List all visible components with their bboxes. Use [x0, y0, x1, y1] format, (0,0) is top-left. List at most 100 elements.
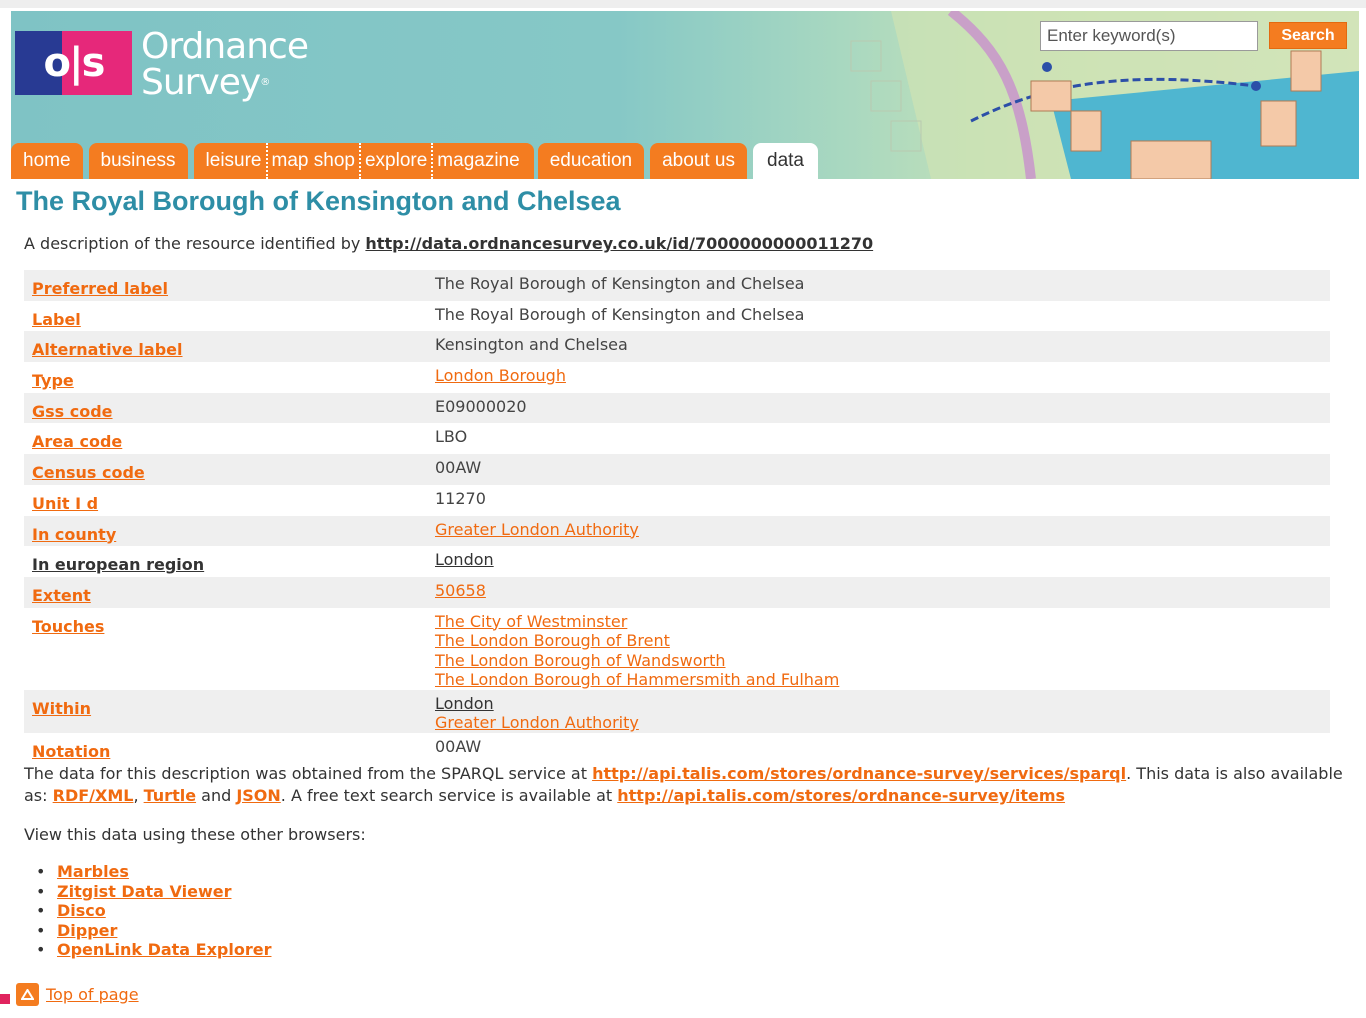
property-key-cell: Extent: [24, 576, 427, 608]
property-key-link[interactable]: Type: [32, 371, 74, 390]
property-row: Gss code E09000020: [24, 392, 1330, 424]
property-value-link[interactable]: London: [435, 694, 1322, 714]
list-item: • Dipper: [36, 921, 271, 941]
browser-list: • Marbles • Zitgist Data Viewer • Disco • Di…: [36, 862, 271, 960]
items-search-link[interactable]: http://api.talis.com/stores/ordnance-sur…: [617, 786, 1065, 805]
arrow-up-icon[interactable]: [16, 983, 39, 1006]
note-text: . A free text search service is availabl…: [280, 786, 618, 805]
brand-wordmark[interactable]: Ordnance Survey®: [141, 26, 309, 101]
resource-uri-link[interactable]: http://data.ordnancesurvey.co.uk/id/7000…: [365, 234, 873, 253]
bullet: •: [36, 920, 46, 940]
property-key-link[interactable]: Notation: [32, 742, 110, 761]
os-logo[interactable]: o|s: [15, 31, 132, 95]
property-key-link[interactable]: Extent: [32, 586, 91, 605]
note-text: and: [196, 786, 237, 805]
property-key-link[interactable]: Touches: [32, 617, 104, 636]
property-value: LBO: [435, 427, 468, 447]
property-key-cell: Alternative label: [24, 331, 427, 363]
list-item: • Zitgist Data Viewer: [36, 882, 271, 902]
list-item: • Disco: [36, 901, 271, 921]
brand-line1: Ordnance: [141, 26, 309, 67]
property-value: 11270: [435, 488, 486, 508]
data-source-note: The data for this description was obtain…: [24, 763, 1344, 807]
site-header: o|s Ordnance Survey® Enter keyword(s) Se…: [11, 11, 1359, 179]
list-item: • OpenLink Data Explorer: [36, 940, 271, 960]
property-value-link[interactable]: The City of Westminster: [435, 612, 1322, 632]
property-row: Alternative label Kensington and Chelsea: [24, 331, 1330, 363]
turtle-link[interactable]: Turtle: [144, 786, 196, 805]
property-key-link[interactable]: In county: [32, 525, 116, 544]
rdf-xml-link[interactable]: RDF/XML: [53, 786, 134, 805]
tab-about-us[interactable]: about us: [650, 143, 747, 179]
browser-link-marbles[interactable]: Marbles: [57, 862, 129, 881]
property-row: Extent 50658: [24, 576, 1330, 608]
property-value-link[interactable]: 50658: [435, 581, 1322, 601]
browsers-intro: View this data using these other browser…: [24, 825, 366, 844]
property-row: Touches The City of Westminster The London…: [24, 607, 1330, 690]
property-row: Type London Borough: [24, 362, 1330, 393]
property-key-link[interactable]: Preferred label: [32, 279, 168, 298]
tab-explore[interactable]: explore: [360, 143, 432, 179]
property-key-link[interactable]: Unit I d: [32, 494, 98, 513]
tab-data[interactable]: data: [753, 143, 818, 179]
browser-link-openlink[interactable]: OpenLink Data Explorer: [57, 940, 271, 959]
property-value-link[interactable]: The London Borough of Wandsworth: [435, 651, 1322, 671]
property-value-link[interactable]: London: [435, 550, 1322, 570]
property-value-cell: 11270: [427, 484, 1330, 516]
property-key-link[interactable]: Within: [32, 699, 91, 718]
property-value-link[interactable]: London Borough: [435, 366, 1322, 386]
json-link[interactable]: JSON: [236, 786, 280, 805]
properties-table: Preferred label The Royal Borough of Kens…: [24, 270, 1330, 764]
main-nav: home business leisure map shop explore m…: [11, 143, 824, 179]
property-value-cell: The Royal Borough of Kensington and Chel…: [427, 270, 1330, 301]
property-value-cell: LBO: [427, 423, 1330, 455]
property-key-link[interactable]: Label: [32, 310, 81, 329]
tab-magazine[interactable]: magazine: [433, 143, 534, 179]
property-value-cell: London: [427, 546, 1330, 577]
tab-map-shop[interactable]: map shop: [267, 143, 359, 179]
browser-link-zitgist[interactable]: Zitgist Data Viewer: [57, 882, 231, 901]
property-key-cell: Unit I d: [24, 484, 427, 516]
note-text: The data for this description was obtain…: [24, 764, 593, 783]
property-key-link[interactable]: In european region: [32, 555, 204, 574]
property-value-link[interactable]: The London Borough of Brent: [435, 631, 1322, 651]
property-value-link[interactable]: Greater London Authority: [435, 713, 1322, 733]
bullet: •: [36, 862, 46, 881]
browser-link-disco[interactable]: Disco: [57, 901, 106, 920]
property-key-link[interactable]: Census code: [32, 463, 145, 482]
logo-text: o|s: [43, 40, 106, 86]
property-key-link[interactable]: Alternative label: [32, 340, 183, 359]
sparql-link[interactable]: http://api.talis.com/stores/ordnance-sur…: [592, 764, 1126, 783]
search-button[interactable]: Search: [1269, 22, 1347, 49]
top-of-page-link[interactable]: Top of page: [46, 985, 139, 1004]
property-key-link[interactable]: Gss code: [32, 402, 113, 421]
tab-education[interactable]: education: [537, 143, 645, 179]
property-value: The Royal Borough of Kensington and Chel…: [435, 274, 805, 293]
property-value: Kensington and Chelsea: [435, 335, 628, 355]
browser-link-dipper[interactable]: Dipper: [57, 921, 117, 940]
property-key-cell: Label: [24, 300, 427, 332]
corner-marker: [0, 994, 10, 1004]
property-value-link[interactable]: Greater London Authority: [435, 520, 1322, 540]
property-key-cell: Notation: [24, 732, 427, 764]
property-value: The Royal Borough of Kensington and Chel…: [435, 304, 805, 324]
tab-business[interactable]: business: [88, 143, 188, 179]
search-input[interactable]: Enter keyword(s): [1040, 21, 1258, 51]
tab-leisure[interactable]: leisure: [193, 143, 266, 179]
bullet: •: [36, 901, 46, 921]
top-of-page[interactable]: Top of page: [16, 983, 139, 1006]
property-row: Area code LBO: [24, 423, 1330, 455]
property-key-link[interactable]: Area code: [32, 432, 122, 451]
property-value-link[interactable]: The London Borough of Hammersmith and Fu…: [435, 670, 1322, 690]
page-title: The Royal Borough of Kensington and Chel…: [16, 186, 621, 216]
property-value: E09000020: [435, 396, 527, 416]
description-prefix: A description of the resource identified…: [24, 234, 366, 253]
property-value-cell: 00AW: [427, 454, 1330, 485]
tab-home[interactable]: home: [11, 143, 83, 179]
property-row: Census code 00AW: [24, 454, 1330, 485]
property-key-cell: Census code: [24, 454, 427, 485]
property-key-cell: Gss code: [24, 392, 427, 424]
property-value-cell: The City of Westminster The London Boroug…: [427, 607, 1330, 690]
property-row: Within London Greater London Authority: [24, 689, 1330, 733]
property-key-cell: In county: [24, 515, 427, 547]
